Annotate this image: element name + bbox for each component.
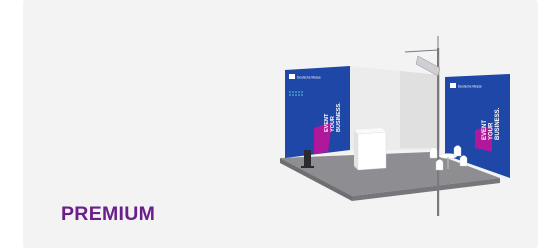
logo-left-mark <box>289 74 295 79</box>
slogan-right-line-2: YOUR <box>489 122 495 140</box>
logo-right-mark <box>450 83 456 88</box>
light-rod <box>404 49 439 53</box>
logo-left-text: Deutsche Messe <box>297 76 321 80</box>
back-wall-shade <box>400 71 440 148</box>
counter-front <box>357 131 387 171</box>
booth-illustration: Deutsche Messe EVENT YOUR BUSINESS. Deut… <box>280 36 510 216</box>
counter-side <box>354 130 358 170</box>
brochure-stand <box>304 150 311 166</box>
slogan-right-line-1: EVENT <box>482 120 488 140</box>
brochure-stand-base <box>301 166 314 168</box>
slogan-left-line-3: BUSINESS. <box>336 102 342 132</box>
slogan-right-line-3: BUSINESS. <box>495 107 501 140</box>
package-title: PREMIUM <box>61 203 156 225</box>
table-leg <box>447 157 449 169</box>
logo-right-text: Deutsche Messe <box>458 85 482 89</box>
